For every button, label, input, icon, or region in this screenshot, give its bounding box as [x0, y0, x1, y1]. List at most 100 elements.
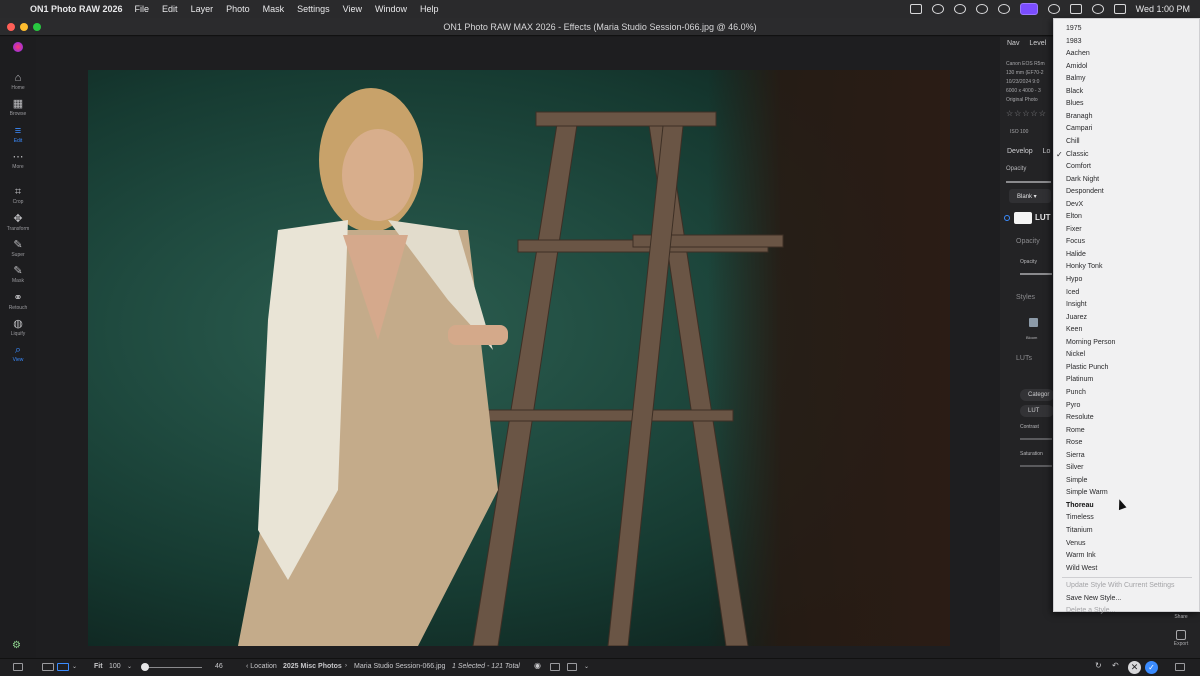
panel-toggle-icon[interactable]	[13, 663, 23, 671]
folder-name[interactable]: 2025 Misc Photos	[283, 663, 342, 670]
c-app-icon[interactable]	[997, 4, 1010, 14]
tab-level[interactable]: Level	[1029, 40, 1046, 47]
lut-menu-item[interactable]: Insight	[1066, 300, 1087, 309]
lut-menu-item[interactable]: Simple Warm	[1066, 488, 1108, 497]
lut-menu-item[interactable]: Silver	[1066, 463, 1084, 472]
menu-photo[interactable]: Photo	[226, 4, 250, 14]
menu-settings[interactable]: Settings	[297, 4, 330, 14]
style-action-item[interactable]: Save New Style...	[1066, 594, 1121, 603]
menu-edit[interactable]: Edit	[162, 4, 178, 14]
category-dropdown[interactable]: Categor	[1020, 389, 1054, 401]
lut-menu-item[interactable]: Iced	[1066, 288, 1079, 297]
tool-more[interactable]: ⋯ More	[0, 152, 36, 171]
fit-button[interactable]: Fit	[94, 663, 103, 670]
lut-menu-item[interactable]: Rome	[1066, 426, 1085, 435]
lut-layer-row[interactable]: LUT	[1004, 212, 1051, 224]
menubar-clock[interactable]: Wed 1:00 PM	[1136, 4, 1190, 14]
opacity-slider[interactable]	[1006, 181, 1051, 183]
lut-menu-item[interactable]: Dark Night	[1066, 175, 1099, 184]
lut-menu-item[interactable]: Balmy	[1066, 74, 1085, 83]
lut-menu-item[interactable]: Platinum	[1066, 375, 1093, 384]
lut-menu-item[interactable]: 1983	[1066, 37, 1082, 46]
lut-menu-item[interactable]: Campari	[1066, 124, 1092, 133]
lut-menu-item[interactable]: Rose	[1066, 438, 1082, 447]
lut-menu-item[interactable]: Elton	[1066, 212, 1082, 221]
tool-transform[interactable]: ✥ Transform	[0, 214, 36, 233]
layer-toggle-icon[interactable]	[1004, 215, 1010, 221]
lut-menu-item[interactable]: Nickel	[1066, 350, 1085, 359]
folder-chevron-icon[interactable]: ›	[345, 663, 347, 669]
compare-view-icon[interactable]	[57, 663, 69, 671]
lut-menu-item[interactable]: Fixer	[1066, 225, 1082, 234]
lut-menu-item[interactable]: Branagh	[1066, 112, 1092, 121]
menu-view[interactable]: View	[343, 4, 362, 14]
lut-menu-item[interactable]: Honky Tonk	[1066, 262, 1102, 271]
tool-super[interactable]: ✎ Super	[0, 240, 36, 259]
cancel-button[interactable]: ✕	[1128, 661, 1141, 674]
tab-develop[interactable]: Develop	[1007, 148, 1033, 155]
tool-crop[interactable]: ⌗ Crop	[0, 187, 36, 206]
zoom-window-button[interactable]	[33, 23, 41, 31]
lut-menu-item[interactable]: Keen	[1066, 325, 1082, 334]
lut-menu-item[interactable]: Sierra	[1066, 451, 1085, 460]
slider-thumb[interactable]	[141, 663, 149, 671]
tab-nav[interactable]: Nav	[1007, 40, 1019, 47]
tool-view[interactable]: ⌕ View	[0, 345, 36, 364]
lut-menu-item[interactable]: Warm Ink	[1066, 551, 1096, 560]
lut-menu-item[interactable]: Wild West	[1066, 564, 1097, 573]
lut-menu-item[interactable]: Blues	[1066, 99, 1084, 108]
tab-local[interactable]: Lo	[1043, 148, 1051, 155]
lut-menu-item[interactable]: DevX	[1066, 200, 1083, 209]
lut-menu-item[interactable]: Chill	[1066, 137, 1080, 146]
menu-window[interactable]: Window	[375, 4, 407, 14]
lut-menu-item[interactable]: Despondent	[1066, 187, 1104, 196]
tool-home[interactable]: ⌂ Home	[0, 73, 36, 92]
screen-record-icon[interactable]	[1019, 3, 1038, 15]
lut-menu-item[interactable]: 1975	[1066, 24, 1082, 33]
refresh-icon[interactable]: ↻	[1095, 661, 1102, 670]
tool-mask[interactable]: ✎ Mask	[0, 266, 36, 285]
tool-edit[interactable]: ≡ Edit	[0, 126, 36, 145]
lut-menu-item[interactable]: Titanium	[1066, 526, 1093, 535]
saturation-slider[interactable]	[1020, 465, 1052, 467]
lut-menu-item[interactable]: Halide	[1066, 250, 1086, 259]
lut-select-dropdown[interactable]: LUT	[1020, 405, 1054, 417]
lut-menu-item[interactable]: Timeless	[1066, 513, 1094, 522]
export-button[interactable]: Export	[1169, 630, 1193, 647]
sync-icon[interactable]	[931, 4, 944, 14]
right-panel-toggle-icon[interactable]	[1175, 663, 1185, 671]
lut-menu-item[interactable]: ✓ Classic	[1056, 150, 1089, 159]
minimize-window-button[interactable]	[20, 23, 28, 31]
contrast-slider[interactable]	[1020, 438, 1052, 440]
mask-view-icon[interactable]	[567, 663, 577, 671]
view-chevron-icon[interactable]: ⌄	[584, 663, 589, 670]
lut-menu-item[interactable]: Simple	[1066, 476, 1087, 485]
app-menu[interactable]: ON1 Photo RAW 2026	[30, 4, 123, 14]
menu-layer[interactable]: Layer	[191, 4, 214, 14]
lut-menu-item[interactable]: Amidol	[1066, 62, 1087, 71]
label-icon[interactable]	[550, 663, 560, 671]
star-rating[interactable]: ☆☆☆☆☆	[1006, 109, 1047, 118]
control-center-icon[interactable]	[1113, 4, 1126, 14]
tool-retouch[interactable]: ⚭ Retouch	[0, 293, 36, 312]
lut-menu-item[interactable]: Plastic Punch	[1066, 363, 1108, 372]
extras-icon[interactable]: ⚙	[12, 640, 21, 651]
lut-menu-item[interactable]: Aachen	[1066, 49, 1090, 58]
apply-button[interactable]: ✓	[1145, 661, 1158, 674]
photo-preview[interactable]	[88, 70, 950, 646]
lut-menu-item[interactable]: Comfort	[1066, 162, 1091, 171]
zoom-level[interactable]: 100	[109, 663, 121, 670]
undo-icon[interactable]: ↶	[1112, 661, 1119, 670]
menu-help[interactable]: Help	[420, 4, 439, 14]
zoom-chevron-icon[interactable]: ⌄	[127, 663, 132, 670]
bloom-style-thumbnail[interactable]	[1029, 318, 1038, 327]
preview-eye-icon[interactable]: ◉	[534, 661, 541, 670]
share-button[interactable]: Share	[1169, 605, 1193, 620]
lut-menu-item[interactable]: Morning Person	[1066, 338, 1115, 347]
lut-menu-item[interactable]: Punch	[1066, 388, 1086, 397]
search-icon[interactable]	[1091, 4, 1104, 14]
menu-file[interactable]: File	[135, 4, 150, 14]
lut-menu-item[interactable]: Pyro	[1066, 401, 1080, 410]
tool-browse[interactable]: ▦ Browse	[0, 99, 36, 118]
lut-menu-item[interactable]: Juarez	[1066, 313, 1087, 322]
